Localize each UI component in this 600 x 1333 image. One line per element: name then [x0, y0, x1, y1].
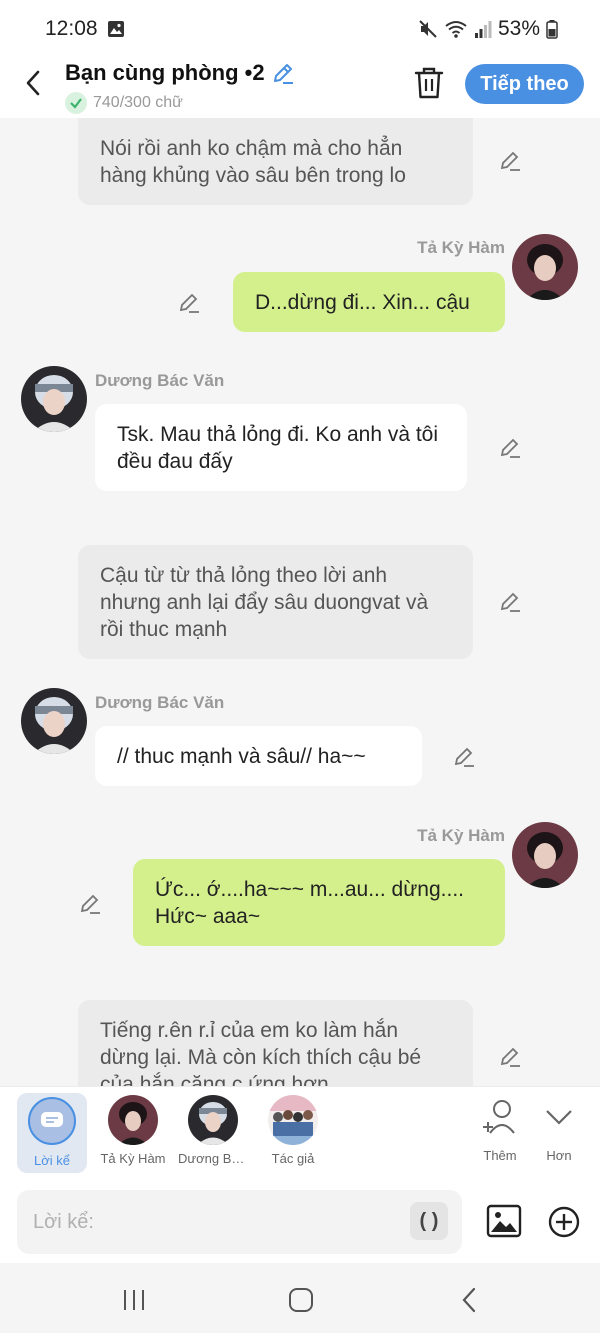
- add-label: Thêm: [483, 1148, 517, 1163]
- word-count: 740/300 chữ: [93, 94, 183, 111]
- character-label: Tác giả: [271, 1151, 315, 1166]
- add-person-icon: [483, 1100, 515, 1134]
- pencil-icon[interactable]: [499, 1045, 521, 1067]
- avatar: [188, 1095, 238, 1145]
- left-bubble[interactable]: // thuc mạnh và sâu// ha~~: [95, 726, 422, 786]
- character-label: Dương Bá...: [178, 1151, 248, 1166]
- message-text: Nói rồi anh ko chậm mà cho hẳn hàng khủn…: [100, 136, 406, 187]
- avatar[interactable]: [512, 822, 578, 888]
- status-right: 53%: [418, 17, 558, 41]
- avatar[interactable]: [512, 234, 578, 300]
- sender-name: Dương Bác Văn: [95, 371, 225, 390]
- message-text: Tiếng r.ên r.ỉ của em ko làm hắn dừng lạ…: [100, 1019, 422, 1086]
- narration-bubble[interactable]: Cậu từ từ thả lỏng theo lời anh nhưng an…: [78, 545, 473, 659]
- parenthesis-button[interactable]: ( ): [410, 1202, 448, 1240]
- message-text: Cậu từ từ thả lỏng theo lời anh nhưng an…: [100, 563, 429, 641]
- status-bar: 12:08 53%: [0, 0, 600, 58]
- app-header: Bạn cùng phòng •2 740/300 chữ Tiếp theo: [0, 58, 600, 118]
- back-icon: [26, 70, 40, 96]
- message-text: Ức... ớ....ha~~~ m...au... dừng.... Hức~…: [155, 877, 464, 928]
- gallery-icon: [108, 21, 124, 37]
- mute-icon: [419, 20, 437, 38]
- pencil-icon[interactable]: [499, 436, 521, 458]
- back-button[interactable]: [18, 68, 48, 98]
- character-tray: Lời kể Tả Kỳ Hàm Dương Bá... Tác giả Thê…: [0, 1086, 600, 1181]
- sender-name: Tả Kỳ Hàm: [417, 238, 505, 257]
- avatar[interactable]: [21, 688, 87, 754]
- pencil-icon[interactable]: [271, 61, 295, 85]
- avatar[interactable]: [21, 366, 87, 432]
- signal-icon: [474, 21, 492, 38]
- battery-percent: 53%: [497, 17, 540, 40]
- sender-name: Tả Kỳ Hàm: [417, 826, 505, 845]
- check-icon: [65, 92, 87, 114]
- avatar: [268, 1095, 318, 1145]
- chat-icon: [41, 1112, 63, 1127]
- image-icon[interactable]: [486, 1204, 522, 1238]
- message-text: Tsk. Mau thả lỏng đi. Ko anh và tôi đều …: [117, 422, 439, 473]
- trash-icon[interactable]: [413, 66, 445, 100]
- page-title: Bạn cùng phòng •2: [65, 60, 265, 85]
- character-option[interactable]: Dương Bá...: [178, 1095, 248, 1166]
- right-bubble[interactable]: Ức... ớ....ha~~~ m...au... dừng.... Hức~…: [133, 859, 505, 946]
- narrator-selector[interactable]: Lời kể: [17, 1093, 87, 1173]
- narration-input[interactable]: [33, 1202, 393, 1242]
- pencil-icon[interactable]: [79, 892, 101, 914]
- home-icon[interactable]: [286, 1285, 316, 1315]
- chat-area[interactable]: Nói rồi anh ko chậm mà cho hẳn hàng khủn…: [0, 118, 600, 1086]
- narration-bubble[interactable]: Nói rồi anh ko chậm mà cho hẳn hàng khủn…: [78, 118, 473, 205]
- chevron-down-icon: [546, 1110, 572, 1125]
- nav-back-icon[interactable]: [455, 1285, 485, 1315]
- next-button[interactable]: Tiếp theo: [465, 64, 584, 104]
- input-area: ( ): [0, 1181, 600, 1263]
- narration-bubble[interactable]: Tiếng r.ên r.ỉ của em ko làm hắn dừng lạ…: [78, 1000, 473, 1086]
- add-character-button[interactable]: Thêm: [475, 1097, 525, 1163]
- message-text: D...dừng đi... Xin... cậu: [255, 290, 470, 314]
- pencil-icon[interactable]: [499, 149, 521, 171]
- pencil-icon[interactable]: [453, 745, 475, 767]
- message-text: // thuc mạnh và sâu// ha~~: [117, 744, 366, 768]
- pencil-icon[interactable]: [178, 291, 200, 313]
- status-time: 12:08: [45, 17, 98, 40]
- narrator-label: Lời kể: [34, 1153, 70, 1168]
- character-option[interactable]: Tả Kỳ Hàm: [98, 1095, 168, 1166]
- right-bubble[interactable]: D...dừng đi... Xin... cậu: [233, 272, 505, 332]
- system-navbar: [0, 1263, 600, 1333]
- more-label: Hơn: [546, 1148, 572, 1163]
- battery-icon: [546, 20, 558, 39]
- avatar: [108, 1095, 158, 1145]
- title-block: Bạn cùng phòng •2 740/300 chữ: [65, 60, 295, 114]
- pencil-icon[interactable]: [499, 590, 521, 612]
- left-bubble[interactable]: Tsk. Mau thả lỏng đi. Ko anh và tôi đều …: [95, 404, 467, 491]
- wifi-icon: [445, 21, 467, 38]
- input-box: ( ): [17, 1190, 462, 1254]
- more-button[interactable]: Hơn: [534, 1097, 584, 1163]
- sender-name: Dương Bác Văn: [95, 693, 225, 712]
- recent-apps-icon[interactable]: [119, 1285, 149, 1315]
- character-option[interactable]: Tác giả: [258, 1095, 328, 1166]
- plus-circle-icon[interactable]: [547, 1205, 581, 1239]
- character-label: Tả Kỳ Hàm: [100, 1151, 166, 1166]
